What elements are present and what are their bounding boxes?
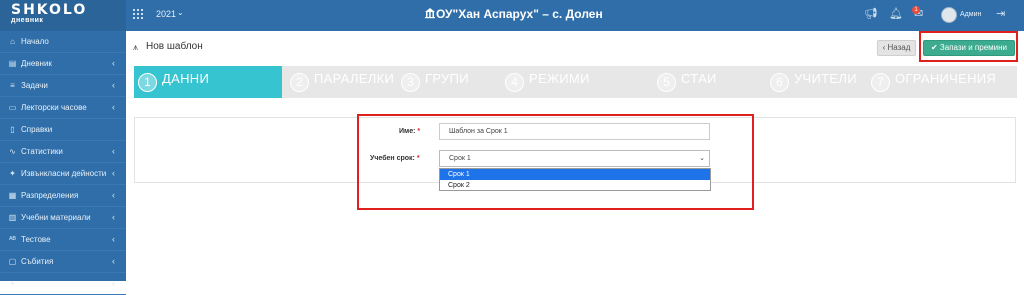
step-label: ОГРАНИЧЕНИЯ [895,71,997,86]
sidebar-item-label: Статистики [21,147,63,156]
sidebar-item-label: Разпределения [21,191,79,200]
highlight-box [357,114,754,210]
step-number: 6 [770,73,789,92]
lecture-hours-icon: ▭ [8,103,17,112]
statistics-icon: ∿ [9,147,16,156]
step-number: 7 [871,73,890,92]
logout-icon[interactable]: ⇥ [996,9,1005,20]
apps-grid-icon[interactable] [133,9,144,20]
sidebar-item[interactable]: ⌂ Начало [0,31,126,53]
sidebar-item[interactable]: ▯ Справки [0,119,126,141]
sidebar-item-label: Задачи [21,81,48,90]
username[interactable]: Админ [960,11,981,18]
back-button[interactable]: ‹ Назад [877,40,916,56]
chevron-left-icon: ‹ [112,80,115,90]
step-label: ГРУПИ [425,71,469,86]
step-number: 3 [401,73,420,92]
distributions-icon: ▦ [8,191,17,200]
sidebar-item-label: Учебни материали [21,213,91,222]
tests-icon: ᴬᴮ [9,235,16,244]
highlight-box [919,31,1018,62]
wizard-step[interactable]: 2 ПАРАЛЕЛКИ [286,66,394,98]
chevron-left-icon: ‹ [112,168,115,178]
sidebar-item-label: Лекторски часове [21,103,87,112]
sidebar-item[interactable]: ▤ Дневник ‹ [0,53,126,75]
template-icon: ⩚ [133,42,139,52]
events-icon: ▢ [8,257,17,266]
step-number: 4 [505,73,524,92]
materials-icon: ▥ [8,213,17,222]
sidebar-item[interactable]: ▭ Лекторски часове ‹ [0,97,126,119]
tasks-icon: ≡ [10,81,15,90]
wizard-step[interactable]: 5 СТАИ [653,66,763,98]
step-number: 2 [290,73,309,92]
school-building-icon [425,8,435,19]
page-title: Нов шаблон [146,41,203,52]
top-bar: SHKOLO дневник 2021 ⌄ ОУ"Хан Аспарух" – … [0,0,1024,31]
sidebar-item-label: Начало [21,37,49,46]
sidebar-item[interactable]: ▥ Учебни материали ‹ [0,207,126,229]
chevron-down-icon: ⌄ [177,8,184,17]
chevron-left-icon: ‹ [112,58,115,68]
logo[interactable]: SHKOLO дневник [0,0,126,31]
megaphone-icon[interactable]: 📢︎ [864,9,878,20]
chevron-left-icon: ‹ [112,234,115,244]
back-label: Назад [887,43,911,52]
step-label: ДАННИ [162,71,210,86]
wizard-step[interactable]: 4 РЕЖИМИ [501,66,649,98]
chevron-left-icon: ‹ [112,102,115,112]
avatar[interactable] [941,7,957,23]
wizard-step[interactable]: 3 ГРУПИ [397,66,497,98]
home-icon: ⌂ [10,37,15,46]
chevron-left-icon: ‹ [112,212,115,222]
sidebar-item-label: Дневник [21,59,52,68]
logo-text: SHKOLO [11,2,88,18]
sidebar-item[interactable]: ᴬᴮ Тестове ‹ [0,229,126,251]
wizard-steps: 1 ДАННИ 2 ПАРАЛЕЛКИ 3 ГРУПИ 4 РЕЖИМИ 5 СТАИ 6 УЧИТЕ… [134,66,1017,98]
diary-icon: ▤ [8,59,17,68]
sidebar-item[interactable]: ✦ Извънкласни дейности ‹ [0,163,126,185]
step-label: УЧИТЕЛИ [794,71,857,86]
bell-icon[interactable]: 🔔︎ [889,9,903,20]
step-number: 1 [138,73,157,92]
sidebar-item[interactable]: • ‹ [0,273,126,295]
step-label: ПАРАЛЕЛКИ [314,71,395,86]
sidebar-item[interactable]: ∿ Статистики ‹ [0,141,126,163]
logo-subtitle: дневник [11,17,44,24]
sidebar-item-label: Извънкласни дейности [21,169,107,178]
wizard-step[interactable]: 7 ОГРАНИЧЕНИЯ [867,66,1017,98]
reports-icon: ▯ [10,125,15,134]
step-number: 5 [657,73,676,92]
more-icon: • [11,279,14,288]
step-label: СТАИ [681,71,717,86]
chevron-left-icon: ‹ [882,43,886,52]
sidebar-item-label: Събития [21,257,54,266]
sidebar-item[interactable]: ▦ Разпределения ‹ [0,185,126,207]
chevron-left-icon: ‹ [112,278,115,288]
sidebar-item[interactable]: ≡ Задачи ‹ [0,75,126,97]
sidebar: ⌂ Начало ▤ Дневник ‹ ≡ Задачи ‹ ▭ Лекторски часов… [0,31,126,295]
wizard-step[interactable]: 1 ДАННИ [134,66,282,98]
chevron-left-icon: ‹ [112,146,115,156]
sidebar-item[interactable]: ▢ Събития ‹ [0,251,126,273]
chevron-left-icon: ‹ [112,190,115,200]
sidebar-item-label: Справки [21,125,53,134]
chevron-left-icon: ‹ [112,256,115,266]
school-name: ОУ"Хан Аспарух" – с. Долен [436,7,603,21]
sidebar-item-label: Тестове [21,235,51,244]
wizard-step[interactable]: 6 УЧИТЕЛИ [766,66,864,98]
step-label: РЕЖИМИ [529,71,590,86]
extracurricular-icon: ✦ [9,169,16,178]
notification-badge: 1 [912,6,920,14]
year-selector[interactable]: 2021 [156,9,176,19]
